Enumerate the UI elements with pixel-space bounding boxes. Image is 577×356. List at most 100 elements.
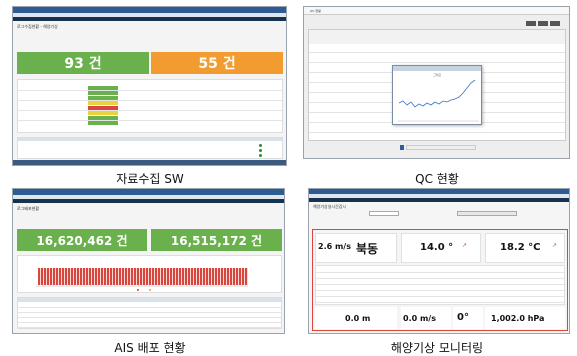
distribution-card-right: 16,515,172 건 bbox=[151, 229, 282, 251]
qc-pagination[interactable] bbox=[400, 145, 480, 150]
distribution-bar bbox=[227, 268, 230, 285]
temperature-a-value: 14.0 ° bbox=[420, 242, 454, 253]
station-select[interactable] bbox=[369, 211, 399, 216]
count-card-left-value: 93 건 bbox=[64, 56, 102, 72]
distribution-bar bbox=[125, 268, 128, 285]
screenshot-data-collection: 로그수집현황 - 해양기상 93 건 55 건 bbox=[12, 6, 287, 166]
screenshot-qc-status: QC 현황 그래프 bbox=[303, 6, 570, 159]
distribution-bar bbox=[107, 268, 110, 285]
stat-tile-angle: 0° bbox=[453, 307, 483, 329]
distribution-bar-chart bbox=[36, 268, 248, 291]
distribution-bar bbox=[233, 268, 236, 285]
stat-tile-temp-a: 14.0 ° ↗ bbox=[401, 233, 481, 263]
wind-speed-value: 2.6 m/s bbox=[318, 242, 351, 251]
caption-marine-weather: 해양기상 모니터링 bbox=[390, 341, 484, 355]
distribution-bar bbox=[218, 268, 221, 285]
distribution-bar bbox=[122, 268, 125, 285]
distribution-bar bbox=[62, 268, 65, 285]
pressure-value: 1,002.0 hPa bbox=[491, 314, 545, 323]
qc-section-title: QC 현황 bbox=[310, 9, 321, 13]
distribution-bar bbox=[197, 268, 200, 285]
trend-up-icon: ↗ bbox=[552, 242, 558, 249]
distribution-chart-panel bbox=[17, 255, 282, 293]
distribution-bar bbox=[173, 268, 176, 285]
count-card-left: 93 건 bbox=[17, 52, 149, 74]
distribution-bar bbox=[68, 268, 71, 285]
distribution-bar bbox=[95, 268, 98, 285]
distribution-bar bbox=[200, 268, 203, 285]
distribution-bar bbox=[179, 268, 182, 285]
current-speed-value: 0.0 m/s bbox=[403, 314, 436, 323]
distribution-bar bbox=[80, 268, 83, 285]
distribution-bar bbox=[77, 268, 80, 285]
distribution-bar bbox=[101, 268, 104, 285]
distribution-bar bbox=[158, 268, 161, 285]
temperature-b-value: 18.2 °C bbox=[500, 242, 541, 253]
caption-data-collection: 자료수집 SW bbox=[116, 172, 184, 186]
layer-toggle-button[interactable] bbox=[457, 211, 517, 216]
app-navbar bbox=[13, 199, 284, 203]
distribution-bar bbox=[191, 268, 194, 285]
distribution-bar bbox=[119, 268, 122, 285]
distribution-bar bbox=[131, 268, 134, 285]
distribution-bar bbox=[194, 268, 197, 285]
distribution-bar bbox=[140, 268, 143, 285]
distribution-bar bbox=[155, 268, 158, 285]
distribution-bar bbox=[161, 268, 164, 285]
distribution-bar bbox=[98, 268, 101, 285]
trend-up-icon: ↗ bbox=[462, 242, 468, 249]
distribution-bar bbox=[53, 268, 56, 285]
angle-value: 0° bbox=[457, 312, 469, 323]
distribution-bar bbox=[50, 268, 53, 285]
qc-line-chart bbox=[398, 79, 479, 122]
caption-qc-status: QC 현황 bbox=[415, 172, 459, 186]
distribution-bar bbox=[245, 268, 248, 285]
distribution-bar bbox=[71, 268, 74, 285]
qc-graph-popup: 그래프 bbox=[392, 65, 482, 125]
distribution-bar bbox=[209, 268, 212, 285]
page-title: 해양기상실시간감시 bbox=[313, 204, 347, 209]
stat-tile-wave: 0.0 m bbox=[315, 307, 397, 329]
screenshot-ais-distribution: 로그배포현황 16,620,462 건 16,515,172 건 bbox=[12, 188, 285, 334]
qc-reset-button[interactable] bbox=[538, 21, 548, 26]
distribution-bar bbox=[170, 268, 173, 285]
distribution-bar bbox=[152, 268, 155, 285]
qc-search-button[interactable] bbox=[526, 21, 536, 26]
count-card-right: 55 건 bbox=[151, 52, 283, 74]
distribution-bar bbox=[110, 268, 113, 285]
distribution-bar bbox=[113, 268, 116, 285]
stat-tile-wind: 2.6 m/s 북동 bbox=[315, 233, 397, 263]
distribution-bar bbox=[167, 268, 170, 285]
distribution-card-left: 16,620,462 건 bbox=[17, 229, 147, 251]
distribution-bar bbox=[185, 268, 188, 285]
distribution-bar bbox=[128, 268, 131, 285]
distribution-bar bbox=[230, 268, 233, 285]
distribution-bar bbox=[56, 268, 59, 285]
wind-direction-value: 북동 bbox=[356, 242, 379, 256]
wave-height-value: 0.0 m bbox=[345, 314, 371, 323]
distribution-table bbox=[17, 297, 282, 329]
distribution-bar bbox=[83, 268, 86, 285]
distribution-bar bbox=[143, 268, 146, 285]
distribution-bar bbox=[215, 268, 218, 285]
qc-export-button[interactable] bbox=[550, 21, 560, 26]
stat-tile-temp-b: 18.2 °C ↗ bbox=[485, 233, 565, 263]
distribution-card-left-value: 16,620,462 건 bbox=[36, 233, 128, 248]
distribution-bar bbox=[89, 268, 92, 285]
distribution-bar bbox=[74, 268, 77, 285]
page-title: 로그수집현황 - 해양기상 bbox=[17, 24, 58, 29]
distribution-bar bbox=[149, 268, 152, 285]
caption-ais-distribution: AIS 배포 현황 bbox=[114, 341, 186, 355]
distribution-bar bbox=[104, 268, 107, 285]
distribution-bar bbox=[65, 268, 68, 285]
page-title: 로그배포현황 bbox=[17, 206, 40, 211]
distribution-bar bbox=[236, 268, 239, 285]
distribution-bar bbox=[146, 268, 149, 285]
distribution-bar bbox=[134, 268, 137, 285]
distribution-bar bbox=[137, 268, 140, 285]
distribution-bar bbox=[44, 268, 47, 285]
distribution-bar bbox=[182, 268, 185, 285]
distribution-card-right-value: 16,515,172 건 bbox=[170, 233, 263, 248]
stat-tile-current: 0.0 m/s bbox=[401, 307, 451, 329]
status-table bbox=[17, 79, 283, 133]
